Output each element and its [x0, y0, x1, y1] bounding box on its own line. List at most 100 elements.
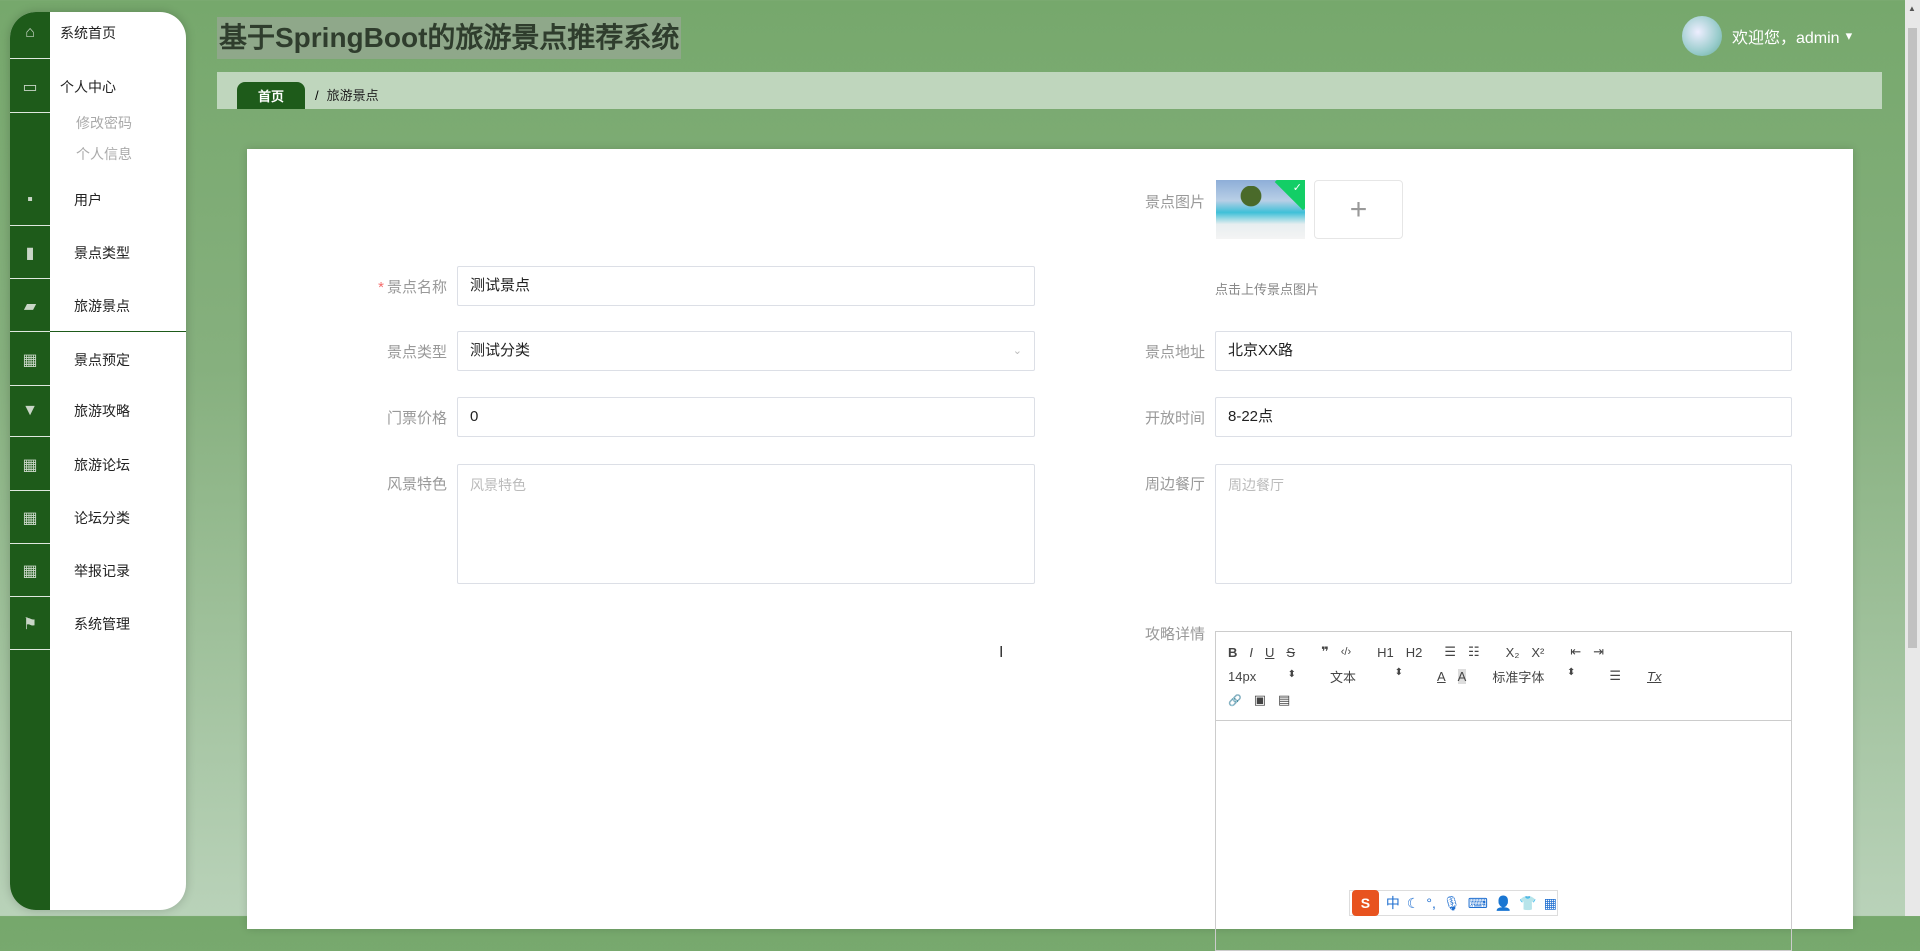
name-label-text: 景点名称: [386, 279, 447, 296]
page-scrollbar[interactable]: ▲: [1905, 0, 1920, 916]
ime-moon-icon[interactable]: ☾: [1407, 895, 1420, 912]
address-label: 景点地址: [1144, 344, 1205, 361]
uploaded-image-thumbnail[interactable]: ✓: [1216, 180, 1305, 239]
font-size-select[interactable]: 14px ⬍: [1228, 669, 1308, 684]
scrollbar-thumb[interactable]: [1908, 28, 1917, 648]
flag-icon: ⚑: [22, 616, 38, 633]
sidebar-item-users[interactable]: ▪ 用户: [10, 174, 186, 226]
ime-skin-icon[interactable]: 👕: [1519, 895, 1536, 912]
sidebar-item-profile[interactable]: ▭ 个人中心: [10, 61, 186, 113]
chevron-down-icon: ▾: [1845, 28, 1853, 43]
blockquote-button[interactable]: ❞: [1321, 644, 1329, 660]
address-input[interactable]: 北京XX路: [1215, 331, 1792, 371]
sidebar-item-bookings[interactable]: ▦ 景点预定: [10, 334, 186, 386]
scenic-form: * 景点名称 测试景点 景点类型 测试分类 ⌄ 门票价格 0 风景特色 风景特色 景…: [247, 149, 1853, 951]
detail-label: 攻略详情: [1144, 626, 1205, 643]
editor-toolbar: B I U S ❞ ‹/› H1 H2 ☰ ☷ X₂ X² ⇤ ⇥ 14px ⬍ …: [1216, 632, 1791, 721]
name-label: * 景点名称: [307, 276, 447, 297]
sidebar-item-scenic-spots[interactable]: ▰ 旅游景点: [10, 280, 186, 332]
strike-button[interactable]: S: [1286, 645, 1295, 660]
sogou-logo-icon: S: [1352, 890, 1379, 916]
sidebar-item-reports[interactable]: ▦ 举报记录: [10, 545, 186, 597]
select-arrows-icon: ⬍: [1287, 668, 1296, 680]
grid-icon: ▦: [22, 510, 38, 527]
brush-icon: ▼: [22, 402, 38, 419]
ime-punctuation-icon[interactable]: °,: [1426, 895, 1436, 911]
video-button[interactable]: ▤: [1278, 692, 1290, 708]
ime-apps-icon[interactable]: ▦: [1544, 895, 1557, 912]
user-menu[interactable]: 欢迎您，admin ▾: [1682, 16, 1852, 56]
bold-button[interactable]: B: [1228, 645, 1237, 660]
h2-button[interactable]: H2: [1406, 645, 1423, 660]
type-label: 景点类型: [386, 344, 447, 361]
name-input[interactable]: 测试景点: [457, 266, 1035, 306]
background-color-button[interactable]: A: [1457, 668, 1467, 684]
check-icon: ✓: [1292, 182, 1302, 194]
feature-textarea[interactable]: 风景特色: [457, 464, 1035, 584]
chevron-down-icon: ⌄: [1012, 345, 1022, 357]
upload-hint: 点击上传景点图片: [1215, 282, 1320, 297]
select-arrows-icon: ⬍: [1566, 666, 1576, 678]
sidebar-item-guides[interactable]: ▼ 旅游攻略: [10, 385, 186, 437]
sidebar-item-forum[interactable]: ▦ 旅游论坛: [10, 439, 186, 491]
editor-content[interactable]: [1216, 721, 1791, 951]
font-size-value: 14px: [1228, 668, 1257, 684]
sidebar-subitem-personal-info[interactable]: 个人信息: [76, 144, 132, 164]
font-family-value: 标准字体: [1492, 669, 1545, 685]
font-family-select[interactable]: 标准字体 ⬍: [1492, 667, 1587, 686]
page-title: 基于SpringBoot的旅游景点推荐系统: [217, 17, 682, 59]
type-select[interactable]: 测试分类 ⌄: [457, 331, 1035, 371]
hours-label: 开放时间: [1144, 410, 1205, 427]
subscript-button[interactable]: X₂: [1506, 645, 1520, 660]
welcome-text: 欢迎您，admin: [1732, 30, 1840, 47]
ordered-list-button[interactable]: ☰: [1444, 644, 1456, 660]
ime-chinese-icon[interactable]: 中: [1386, 893, 1400, 913]
superscript-button[interactable]: X²: [1531, 645, 1544, 660]
briefcase-icon: ▪: [27, 191, 33, 208]
code-button[interactable]: ‹/›: [1341, 646, 1351, 658]
breadcrumb: 首页 / 旅游景点: [217, 72, 1882, 109]
hours-input[interactable]: 8-22点: [1215, 397, 1792, 437]
breadcrumb-home[interactable]: 首页: [237, 82, 305, 109]
sidebar-item-forum-categories[interactable]: ▦ 论坛分类: [10, 492, 186, 544]
grid-icon: ▦: [22, 457, 38, 474]
upload-image-button[interactable]: +: [1314, 180, 1403, 239]
font-color-button[interactable]: A: [1437, 669, 1446, 684]
ime-mic-icon[interactable]: 🎙: [1443, 895, 1461, 912]
restaurant-label: 周边餐厅: [1144, 476, 1205, 493]
sidebar-item-home[interactable]: ⌂ 系统首页: [10, 12, 186, 59]
ime-user-icon[interactable]: 👤: [1495, 895, 1512, 912]
price-label: 门票价格: [386, 410, 447, 427]
image-label: 景点图片: [1144, 194, 1205, 211]
price-input[interactable]: 0: [457, 397, 1035, 437]
grid-icon: ▦: [22, 563, 38, 580]
breadcrumb-separator: /: [315, 88, 319, 103]
link-button[interactable]: 🔗: [1228, 694, 1242, 707]
indent-button[interactable]: ⇥: [1593, 644, 1604, 660]
scroll-up-icon[interactable]: ▲: [1908, 4, 1916, 13]
h1-button[interactable]: H1: [1377, 645, 1394, 660]
restaurant-textarea[interactable]: 周边餐厅: [1215, 464, 1792, 584]
bullet-list-button[interactable]: ☷: [1468, 644, 1480, 660]
wallet-icon: ▰: [23, 298, 37, 315]
ime-toolbar[interactable]: S 中 ☾ °, 🎙 ⌨ 👤 👕 ▦: [1349, 890, 1558, 916]
ime-keyboard-icon[interactable]: ⌨: [1468, 895, 1488, 912]
avatar: [1682, 16, 1722, 56]
image-button[interactable]: ▣: [1254, 692, 1266, 708]
feature-label: 风景特色: [386, 476, 447, 493]
outdent-button[interactable]: ⇤: [1570, 644, 1581, 660]
profile-icon: ▭: [22, 79, 38, 96]
italic-button[interactable]: I: [1249, 645, 1253, 660]
clear-format-button[interactable]: Tx: [1647, 669, 1661, 684]
align-button[interactable]: ☰: [1609, 668, 1621, 684]
breadcrumb-current: 旅游景点: [326, 88, 379, 103]
sidebar: ⌂ 系统首页 ▭ 个人中心 修改密码 个人信息 ▪ 用户 ▮ 景点类型 ▰ 旅游景点 ▦ 景…: [10, 12, 186, 910]
header-value: 文本: [1330, 669, 1357, 685]
header-select[interactable]: 文本 ⬍: [1330, 667, 1415, 686]
sidebar-subitem-change-password[interactable]: 修改密码: [76, 113, 132, 133]
sidebar-item-scenic-types[interactable]: ▮ 景点类型: [10, 227, 186, 279]
sidebar-item-system[interactable]: ⚑ 系统管理: [10, 598, 186, 650]
home-icon: ⌂: [25, 24, 35, 41]
underline-button[interactable]: U: [1265, 645, 1274, 660]
clipboard-icon: ▮: [25, 245, 35, 262]
